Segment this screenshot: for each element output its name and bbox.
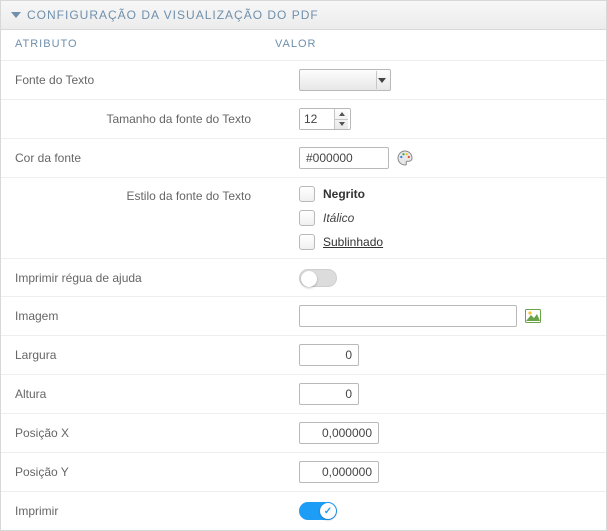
label-font-family: Fonte do Texto — [15, 73, 275, 87]
label-font-style: Estilo da fonte do Texto — [15, 186, 275, 203]
font-family-select[interactable] — [299, 69, 391, 91]
collapse-icon — [11, 12, 21, 18]
option-underline: Sublinhado — [299, 234, 383, 250]
label-pos-x: Posição X — [15, 426, 275, 440]
italic-checkbox[interactable] — [299, 210, 315, 226]
toggle-knob — [301, 271, 317, 287]
label-help-ruler: Imprimir régua de ajuda — [15, 271, 275, 285]
row-height: Altura — [1, 375, 606, 414]
label-height: Altura — [15, 387, 275, 401]
font-size-input[interactable] — [300, 109, 334, 129]
pos-y-input[interactable] — [299, 461, 379, 483]
row-pos-y: Posição Y — [1, 453, 606, 492]
label-font-size: Tamanho da fonte do Texto — [15, 112, 275, 126]
stepper-up-icon[interactable] — [335, 109, 348, 119]
font-color-input[interactable] — [299, 147, 389, 169]
panel-title: CONFIGURAÇÃO DA VISUALIZAÇÃO DO PDF — [27, 8, 319, 22]
label-font-color: Cor da fonte — [15, 151, 275, 165]
image-input[interactable] — [299, 305, 517, 327]
row-width: Largura — [1, 336, 606, 375]
row-font-size: Tamanho da fonte do Texto — [1, 100, 606, 139]
row-pos-x: Posição X — [1, 414, 606, 453]
row-font-style: Estilo da fonte do Texto Negrito Itálico… — [1, 178, 606, 259]
font-style-options: Negrito Itálico Sublinhado — [299, 186, 383, 250]
pos-x-input[interactable] — [299, 422, 379, 444]
column-value: VALOR — [275, 38, 592, 50]
label-width: Largura — [15, 348, 275, 362]
bold-checkbox[interactable] — [299, 186, 315, 202]
row-help-ruler: Imprimir régua de ajuda — [1, 259, 606, 297]
underline-label: Sublinhado — [323, 235, 383, 249]
label-print: Imprimir — [15, 504, 275, 518]
palette-icon[interactable] — [397, 150, 413, 166]
help-ruler-toggle[interactable] — [299, 269, 337, 287]
option-bold: Negrito — [299, 186, 383, 202]
width-input[interactable] — [299, 344, 359, 366]
label-image: Imagem — [15, 309, 275, 323]
row-image: Imagem — [1, 297, 606, 336]
stepper-down-icon[interactable] — [335, 119, 348, 130]
row-font-family: Fonte do Texto — [1, 61, 606, 100]
option-italic: Itálico — [299, 210, 383, 226]
row-print: Imprimir — [1, 492, 606, 530]
columns-header: ATRIBUTO VALOR — [1, 30, 606, 61]
underline-checkbox[interactable] — [299, 234, 315, 250]
chevron-down-icon — [376, 71, 386, 89]
label-pos-y: Posição Y — [15, 465, 275, 479]
panel-header[interactable]: CONFIGURAÇÃO DA VISUALIZAÇÃO DO PDF — [1, 1, 606, 30]
row-font-color: Cor da fonte — [1, 139, 606, 178]
height-input[interactable] — [299, 383, 359, 405]
bold-label: Negrito — [323, 187, 365, 201]
print-toggle[interactable] — [299, 502, 337, 520]
image-icon[interactable] — [525, 309, 541, 323]
column-attribute: ATRIBUTO — [15, 38, 275, 50]
pdf-config-panel: CONFIGURAÇÃO DA VISUALIZAÇÃO DO PDF ATRI… — [0, 0, 607, 531]
font-size-stepper[interactable] — [299, 108, 351, 130]
italic-label: Itálico — [323, 211, 354, 225]
toggle-knob — [320, 503, 336, 519]
